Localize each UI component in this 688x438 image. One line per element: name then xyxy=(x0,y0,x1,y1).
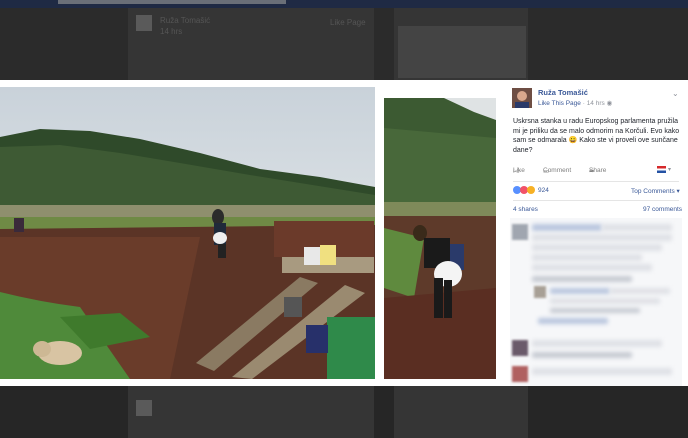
comment-text-blurred xyxy=(602,224,672,231)
top-comments-label: Top Comments xyxy=(631,188,675,195)
comment-text-blurred xyxy=(532,234,672,241)
background-post-author: Ruža Tomašić xyxy=(160,16,211,25)
post-details-panel: Ruža Tomašić Like This Page · 14 hrs ◉ ⌄… xyxy=(504,80,688,386)
reactions-count[interactable]: 924 xyxy=(538,187,549,194)
commenter-avatar[interactable] xyxy=(512,340,528,356)
background-feed-bottom xyxy=(0,386,688,438)
divider xyxy=(513,200,679,201)
comment-text-blurred xyxy=(532,254,642,261)
like-this-page-link[interactable]: Like This Page xyxy=(538,100,581,107)
background-avatar xyxy=(136,15,152,31)
divider xyxy=(513,181,679,182)
comments-count-link[interactable]: 97 comments xyxy=(643,206,682,213)
post-text: Uskrsna stanka u radu Europskog parlamen… xyxy=(513,118,680,154)
main-photo[interactable] xyxy=(0,87,375,379)
reply-text-blurred xyxy=(550,298,660,304)
author-avatar[interactable] xyxy=(512,88,532,108)
commenter-avatar[interactable] xyxy=(512,224,528,240)
post-time[interactable]: 14 hrs xyxy=(587,100,605,107)
globe-icon: ◉ xyxy=(606,100,613,107)
comment-text-blurred xyxy=(532,264,652,271)
chevron-down-icon[interactable]: ▾ xyxy=(668,166,671,173)
search-bar[interactable] xyxy=(58,0,286,4)
reply-avatar[interactable] xyxy=(534,286,546,298)
second-photo[interactable] xyxy=(384,98,496,379)
background-comment-avatar xyxy=(136,400,152,416)
comments-list xyxy=(510,218,682,386)
background-post-time: 14 hrs xyxy=(160,27,183,36)
background-feed-top: Ruža Tomašić Like Page 14 hrs xyxy=(0,8,688,80)
top-comments-dropdown[interactable]: Top Comments ▾ xyxy=(631,187,680,195)
like-label: Like xyxy=(513,167,525,174)
photo-lightbox: Ruža Tomašić Like This Page · 14 hrs ◉ ⌄… xyxy=(0,80,688,386)
comment-actions-blurred xyxy=(532,352,632,358)
chevron-down-icon[interactable]: ⌄ xyxy=(672,89,679,98)
background-sidebar-image xyxy=(398,26,526,78)
share-label: Share xyxy=(589,167,607,174)
shares-link[interactable]: 4 shares xyxy=(513,206,538,213)
background-sidebar-card-2 xyxy=(394,386,528,438)
background-like-page-button[interactable]: Like Page xyxy=(330,18,366,27)
background-comment-card xyxy=(128,386,374,438)
reply-author-blurred xyxy=(550,288,610,294)
comment-text-blurred xyxy=(532,340,662,347)
post-actions: 👍︎ Like ▭ Comment ➦ Share xyxy=(513,167,681,179)
view-replies-blurred[interactable] xyxy=(538,318,608,324)
comment-label: Comment xyxy=(543,167,572,174)
post-author-name[interactable]: Ruža Tomašić xyxy=(538,88,588,97)
comment-text-blurred xyxy=(532,368,672,375)
reply-text-blurred xyxy=(610,288,670,294)
flag-icon[interactable] xyxy=(657,166,666,173)
reply-actions-blurred xyxy=(550,308,640,313)
post-meta: Like This Page · 14 hrs ◉ xyxy=(538,100,613,107)
comment-author-blurred xyxy=(532,224,602,231)
wow-reaction-icon xyxy=(527,186,535,194)
commenter-avatar[interactable] xyxy=(512,366,528,382)
comment-text-blurred xyxy=(532,244,662,251)
comment-actions-blurred xyxy=(532,276,632,282)
